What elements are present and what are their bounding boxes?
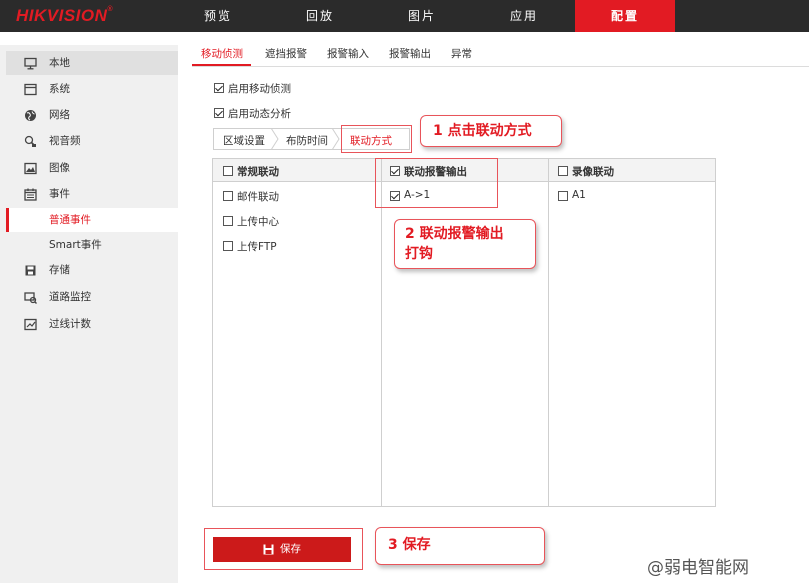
record-linkage-header: 录像联动 — [572, 166, 614, 178]
annotation-step2-line1: 2 联动报警输出 — [405, 226, 504, 242]
enable-dynamic-analysis-checkbox[interactable] — [214, 108, 224, 118]
storage-icon — [25, 265, 36, 276]
annotation-step1: 1 点击联动方式 — [420, 115, 562, 147]
nav-application[interactable]: 应用 — [474, 0, 574, 32]
tab-divider — [192, 66, 809, 67]
upload-ftp-checkbox[interactable] — [223, 241, 233, 251]
sidebar-item-label: 道路监控 — [49, 291, 91, 303]
monitor-icon — [24, 57, 37, 70]
step-arming-schedule[interactable]: 布防时间 — [286, 133, 328, 148]
step-separator-icon — [331, 128, 340, 150]
upload-ftp-label: 上传FTP — [237, 241, 277, 253]
sidebar-item-event[interactable]: 事件 — [6, 182, 178, 206]
sidebar-item-label: Smart事件 — [49, 239, 102, 251]
sidebar-item-label: 存储 — [49, 264, 70, 276]
record-a1-checkbox[interactable] — [558, 191, 568, 201]
record-a1-label: A1 — [572, 189, 586, 201]
watermark: @弱电智能网 — [647, 558, 749, 578]
step-separator-icon — [270, 128, 279, 150]
column-divider — [548, 158, 549, 507]
record-linkage-select-all-checkbox[interactable] — [558, 166, 568, 176]
sidebar-item-audio-video[interactable]: 视音频 — [6, 129, 178, 153]
system-icon — [24, 83, 37, 96]
save-icon — [263, 544, 274, 554]
tab-tamper-alarm[interactable]: 遮挡报警 — [265, 46, 307, 64]
annotation-step2: 2 联动报警输出 打钩 — [394, 219, 536, 269]
sidebar-item-image[interactable]: 图像 — [6, 156, 178, 180]
brand-logo: HIKVISION® — [16, 6, 114, 25]
sidebar-item-line-count[interactable]: 过线计数 — [6, 312, 178, 336]
sidebar-item-label: 普通事件 — [49, 214, 91, 226]
sidebar-item-local[interactable]: 本地 — [6, 51, 178, 75]
sidebar-item-label: 事件 — [49, 188, 70, 200]
normal-linkage-header: 常规联动 — [237, 166, 279, 178]
tab-alarm-input[interactable]: 报警输入 — [327, 46, 369, 64]
road-monitor-icon — [24, 292, 37, 304]
line-count-icon — [24, 318, 37, 331]
sidebar-item-network[interactable]: 网络 — [6, 103, 178, 127]
enable-dynamic-analysis-label: 启用动态分析 — [228, 108, 291, 120]
annotation-step2-line2: 打钩 — [405, 246, 433, 262]
sidebar-item-label: 网络 — [49, 109, 70, 121]
sidebar-item-label: 系统 — [49, 83, 70, 95]
annotation-step1-text: 1 点击联动方式 — [433, 123, 532, 139]
save-button-label: 保存 — [280, 543, 301, 555]
column-divider — [381, 158, 382, 507]
upload-center-label: 上传中心 — [237, 216, 279, 228]
save-button[interactable]: 保存 — [213, 537, 351, 562]
enable-motion-detection-checkbox[interactable] — [214, 83, 224, 93]
top-nav-bar: HIKVISION® 预览 回放 图片 应用 配置 — [0, 0, 809, 32]
sidebar-item-normal-event[interactable]: 普通事件 — [6, 208, 178, 232]
annotation-step3-text: 3 保存 — [388, 537, 431, 553]
nav-picture[interactable]: 图片 — [372, 0, 472, 32]
linkage-table — [212, 158, 716, 507]
sidebar-item-storage[interactable]: 存储 — [6, 258, 178, 282]
tab-alarm-output[interactable]: 报警输出 — [389, 46, 431, 64]
annotation-step3: 3 保存 — [375, 527, 545, 565]
enable-motion-detection-label: 启用移动侦测 — [228, 83, 291, 95]
sidebar-item-road-monitor[interactable]: 道路监控 — [6, 285, 178, 309]
sidebar-item-smart-event[interactable]: Smart事件 — [6, 233, 178, 257]
sidebar-item-label: 视音频 — [49, 135, 81, 147]
highlight-linkage-step — [341, 125, 412, 153]
sidebar-item-label: 本地 — [49, 57, 70, 69]
image-icon — [24, 162, 37, 175]
tab-motion-detection[interactable]: 移动侦测 — [201, 46, 243, 64]
normal-linkage-select-all-checkbox[interactable] — [223, 166, 233, 176]
sidebar-item-system[interactable]: 系统 — [6, 77, 178, 101]
calendar-icon — [24, 188, 37, 201]
globe-icon — [25, 110, 36, 121]
nav-preview[interactable]: 预览 — [168, 0, 268, 32]
email-linkage-label: 邮件联动 — [237, 191, 279, 203]
sidebar-item-label: 过线计数 — [49, 318, 91, 330]
highlight-alarm-output — [375, 158, 498, 208]
step-area-settings[interactable]: 区域设置 — [223, 133, 265, 148]
email-linkage-checkbox[interactable] — [223, 191, 233, 201]
nav-playback[interactable]: 回放 — [270, 0, 370, 32]
av-icon — [24, 135, 36, 147]
upload-center-checkbox[interactable] — [223, 216, 233, 226]
sidebar-item-label: 图像 — [49, 162, 70, 174]
nav-configuration[interactable]: 配置 — [575, 0, 675, 32]
tab-exception[interactable]: 异常 — [451, 46, 472, 64]
